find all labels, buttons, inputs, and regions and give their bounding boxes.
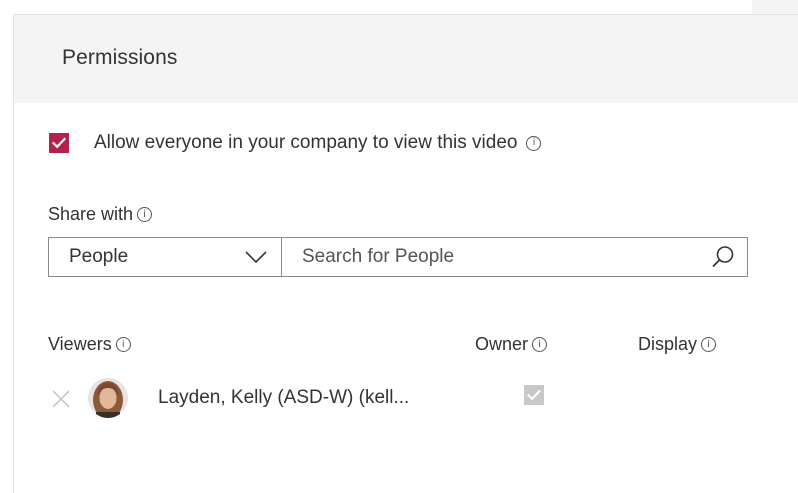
share-with-controls: People <box>48 237 748 277</box>
share-type-dropdown[interactable]: People <box>48 237 282 277</box>
search-icon[interactable] <box>711 245 735 269</box>
share-type-value: People <box>69 246 129 267</box>
display-column-label: Display <box>638 334 698 354</box>
checkmark-icon <box>52 137 66 149</box>
checkmark-icon <box>527 389 541 401</box>
share-with-label: Share with <box>48 204 134 224</box>
info-icon[interactable]: i <box>532 337 548 352</box>
owner-checkbox[interactable] <box>524 385 544 405</box>
background-corner <box>0 0 13 14</box>
avatar <box>88 378 128 418</box>
owner-column-header: Owner i <box>475 334 548 355</box>
display-column-header: Display i <box>638 334 717 355</box>
allow-everyone-checkbox[interactable] <box>49 133 69 153</box>
info-icon[interactable]: i <box>115 337 131 352</box>
panel-title: Permissions <box>62 46 178 69</box>
table-row: Layden, Kelly (ASD-W) (kell... <box>48 378 748 418</box>
info-icon[interactable]: i <box>137 207 153 222</box>
allow-everyone-label[interactable]: Allow everyone in your company to view t… <box>94 132 517 154</box>
viewers-column-header: Viewers i <box>48 334 131 355</box>
panel-header: Permissions <box>14 15 798 103</box>
page: Permissions Allow everyone in your compa… <box>0 0 798 493</box>
info-icon[interactable]: i <box>701 337 717 352</box>
viewer-name: Layden, Kelly (ASD-W) (kell... <box>158 387 410 408</box>
allow-everyone-row: Allow everyone in your company to view t… <box>49 131 542 155</box>
viewers-table-header: Viewers i Owner i Display i <box>48 334 748 358</box>
background-strip <box>752 0 798 14</box>
owner-column-label: Owner <box>475 334 529 354</box>
share-with-label-row: Share with i <box>48 204 153 225</box>
search-people-box[interactable] <box>282 237 748 277</box>
close-icon[interactable] <box>51 389 71 409</box>
search-people-input[interactable] <box>302 246 711 268</box>
info-icon[interactable]: i <box>526 135 542 151</box>
chevron-down-icon <box>245 251 267 263</box>
avatar-photo <box>88 378 128 418</box>
viewers-column-label: Viewers <box>48 334 112 354</box>
